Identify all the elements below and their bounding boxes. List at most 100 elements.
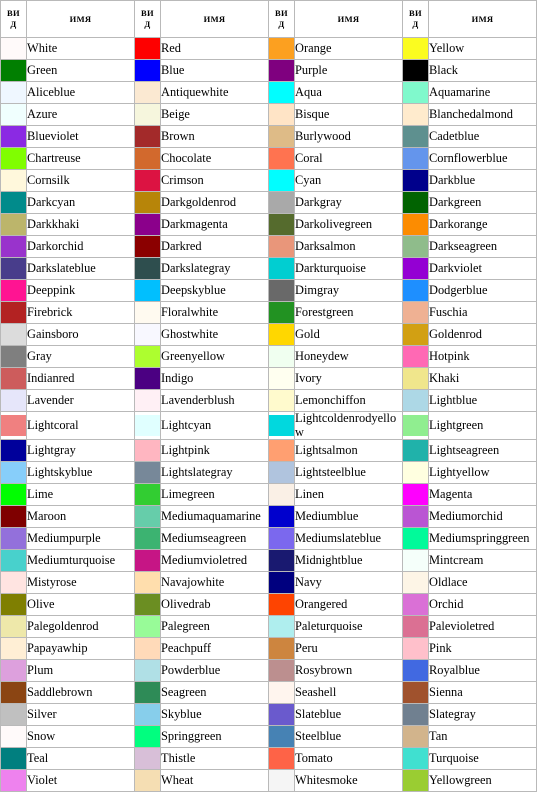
- color-name-cell: Peru: [295, 638, 403, 660]
- color-swatch: [403, 550, 428, 571]
- color-swatch-cell: [135, 170, 161, 192]
- color-swatch-cell: [269, 506, 295, 528]
- color-swatch: [403, 462, 428, 483]
- color-swatch: [135, 324, 160, 345]
- color-swatch-cell: [1, 258, 27, 280]
- color-swatch-cell: [403, 748, 429, 770]
- color-swatch-cell: [403, 346, 429, 368]
- table-row: Lightgray Lightpink Lightsalmon Lightseagre…: [1, 440, 537, 462]
- color-name-cell: Cornflowerblue: [429, 148, 537, 170]
- color-swatch: [135, 462, 160, 483]
- header-swatch-4: ВИ Д: [403, 1, 429, 38]
- color-name-cell: Whitesmoke: [295, 770, 403, 792]
- color-swatch-cell: [403, 594, 429, 616]
- table-header: ВИ Д ИМЯ ВИ Д ИМЯ ВИ Д ИМЯ ВИ Д ИМЯ: [1, 1, 537, 38]
- color-swatch: [1, 236, 26, 257]
- color-name-cell: Teal: [27, 748, 135, 770]
- color-swatch: [135, 148, 160, 169]
- header-name-4: ИМЯ: [429, 1, 537, 38]
- color-swatch: [135, 38, 160, 59]
- color-swatch-cell: [403, 82, 429, 104]
- color-swatch-cell: [403, 770, 429, 792]
- color-swatch: [403, 682, 428, 703]
- table-row: Papayawhip Peachpuff Peru Pink: [1, 638, 537, 660]
- color-name-cell: Mediumblue: [295, 506, 403, 528]
- table-row: Violet Wheat Whitesmoke Yellowgreen: [1, 770, 537, 792]
- color-swatch-cell: [1, 60, 27, 82]
- color-swatch: [269, 506, 294, 527]
- color-swatch: [269, 572, 294, 593]
- color-swatch: [403, 506, 428, 527]
- color-swatch-cell: [269, 462, 295, 484]
- color-swatch-cell: [135, 346, 161, 368]
- color-swatch-cell: [269, 660, 295, 682]
- color-swatch: [269, 594, 294, 615]
- color-reference-table: ВИ Д ИМЯ ВИ Д ИМЯ ВИ Д ИМЯ ВИ Д ИМЯ Whit…: [0, 0, 537, 792]
- color-swatch-cell: [135, 82, 161, 104]
- table-row: Mistyrose Navajowhite Navy Oldlace: [1, 572, 537, 594]
- color-name-cell: Mediumseagreen: [161, 528, 269, 550]
- color-swatch: [403, 104, 428, 125]
- color-swatch-cell: [269, 192, 295, 214]
- color-swatch: [1, 170, 26, 191]
- color-swatch-cell: [403, 302, 429, 324]
- color-swatch: [135, 594, 160, 615]
- color-swatch-cell: [269, 550, 295, 572]
- color-swatch-cell: [1, 214, 27, 236]
- color-name-cell: Orangered: [295, 594, 403, 616]
- color-swatch: [135, 550, 160, 571]
- color-name-cell: Maroon: [27, 506, 135, 528]
- color-swatch: [1, 462, 26, 483]
- color-swatch: [135, 258, 160, 279]
- color-name-cell: Lightcoldenrodyellow: [295, 412, 403, 440]
- color-swatch: [135, 104, 160, 125]
- header-swatch-label-line2: Д: [10, 19, 17, 29]
- color-swatch: [135, 82, 160, 103]
- header-swatch-label-line2: Д: [412, 19, 419, 29]
- color-swatch-cell: [1, 506, 27, 528]
- color-swatch: [1, 726, 26, 747]
- color-swatch-cell: [135, 770, 161, 792]
- color-swatch: [403, 440, 428, 461]
- table-row: Lightskyblue Lightslategray Lightsteelblue…: [1, 462, 537, 484]
- color-swatch-cell: [135, 660, 161, 682]
- color-swatch: [269, 38, 294, 59]
- table-row: Cornsilk Crimson Cyan Darkblue: [1, 170, 537, 192]
- color-swatch: [269, 192, 294, 213]
- color-swatch: [269, 148, 294, 169]
- header-swatch-label-line2: Д: [144, 19, 151, 29]
- color-name-cell: Lightyellow: [429, 462, 537, 484]
- table-row: Azure Beige Bisque Blanchedalmond: [1, 104, 537, 126]
- color-swatch-cell: [403, 368, 429, 390]
- color-swatch-cell: [403, 572, 429, 594]
- color-swatch: [135, 440, 160, 461]
- color-swatch: [1, 214, 26, 235]
- color-swatch-cell: [135, 412, 161, 440]
- color-swatch-cell: [269, 726, 295, 748]
- color-swatch: [269, 324, 294, 345]
- color-name-cell: Mediumspringgreen: [429, 528, 537, 550]
- color-swatch-cell: [135, 302, 161, 324]
- color-swatch-cell: [269, 214, 295, 236]
- color-swatch-cell: [403, 104, 429, 126]
- color-name-cell: Darkmagenta: [161, 214, 269, 236]
- color-name-cell: Lightgray: [27, 440, 135, 462]
- table-row: Darkorchid Darkred Darksalmon Darkseagreen: [1, 236, 537, 258]
- color-swatch-cell: [135, 236, 161, 258]
- color-name-cell: Mediumslateblue: [295, 528, 403, 550]
- color-swatch: [403, 280, 428, 301]
- color-name-cell: Greenyellow: [161, 346, 269, 368]
- table-row: Darkslateblue Darkslategray Darkturquoise D…: [1, 258, 537, 280]
- color-name-cell: Darkgreen: [429, 192, 537, 214]
- table-row: Maroon Mediumaquamarine Mediumblue Mediumor…: [1, 506, 537, 528]
- color-swatch: [403, 616, 428, 637]
- color-swatch-cell: [269, 280, 295, 302]
- color-name-cell: Forestgreen: [295, 302, 403, 324]
- color-name-cell: Lightskyblue: [27, 462, 135, 484]
- color-swatch-cell: [1, 462, 27, 484]
- color-name-cell: Silver: [27, 704, 135, 726]
- color-name-cell: Ivory: [295, 368, 403, 390]
- color-name-cell: Darkslategray: [161, 258, 269, 280]
- color-swatch: [403, 704, 428, 725]
- color-swatch: [1, 324, 26, 345]
